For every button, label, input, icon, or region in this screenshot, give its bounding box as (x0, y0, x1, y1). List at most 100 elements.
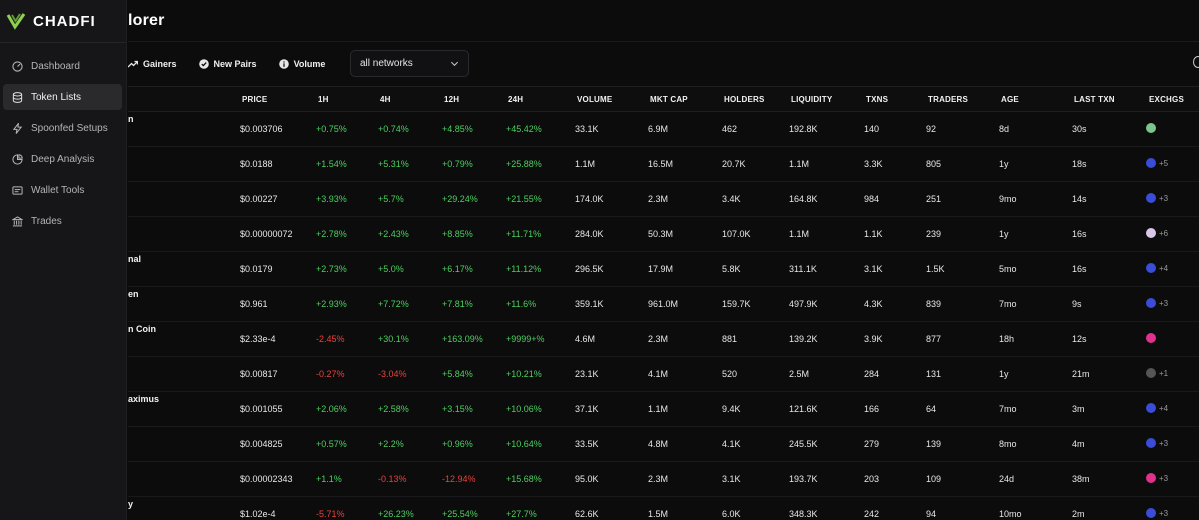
column-header-12h[interactable]: 12H (444, 95, 459, 104)
cell-volume: 174.0K (575, 194, 604, 204)
cell-age: 5mo (999, 264, 1017, 274)
column-header-last-txn[interactable]: LAST TXN (1074, 95, 1115, 104)
sidebar-item-label: Spoonfed Setups (31, 122, 108, 134)
table-row[interactable]: nal $0.0179 +2.73% +5.0% +6.17% +11.12% 296.5K… (128, 252, 1199, 287)
exchange-count: +3 (1159, 438, 1169, 448)
logo[interactable]: CHADFI (6, 11, 96, 31)
sidebar-item-label: Trades (31, 215, 62, 227)
column-header-exchgs[interactable]: EXCHGS (1149, 95, 1184, 104)
cell-holders: 5.8K (722, 264, 741, 274)
table-row[interactable]: en $0.961 +2.93% +7.72% +7.81% +11.6% 359.1K 96… (128, 287, 1199, 322)
sidebar-item-label: Deep Analysis (31, 153, 95, 165)
table-row[interactable]: $0.00817 -0.27% -3.04% +5.84% +10.21% 23.1K 4.… (128, 357, 1199, 392)
new-pairs-filter-button[interactable]: New Pairs (198, 59, 257, 69)
cell-liquidity: 2.5M (789, 369, 810, 379)
cell-holders: 3.4K (722, 194, 741, 204)
sidebar-item-token-lists[interactable]: Token Lists (3, 84, 122, 110)
cell-volume: 23.1K (575, 369, 599, 379)
exchange-count: +4 (1159, 403, 1169, 413)
column-header-24h[interactable]: 24H (508, 95, 523, 104)
cell-exchanges[interactable]: +3 (1146, 298, 1168, 308)
sidebar-divider (0, 42, 126, 43)
table-row[interactable]: $0.00002343 +1.1% -0.13% -12.94% +15.68% 95.0… (128, 462, 1199, 497)
table-row[interactable]: n $0.003706 +0.75% +0.74% +4.85% +45.42% 33.1K… (128, 112, 1199, 147)
cell-exchanges[interactable]: +6 (1146, 228, 1168, 238)
cell-h12: -12.94% (442, 474, 476, 484)
new-pairs-label: New Pairs (213, 59, 257, 69)
cell-liquidity: 245.5K (789, 439, 818, 449)
cell-h24: +10.21% (506, 369, 542, 379)
settings-icon[interactable] (1193, 56, 1199, 68)
column-header-volume[interactable]: VOLUME (577, 95, 612, 104)
sidebar-item-label: Wallet Tools (31, 184, 85, 196)
cell-exchanges[interactable]: +4 (1146, 403, 1168, 413)
sidebar-item-label: Dashboard (31, 60, 80, 72)
column-header-1h[interactable]: 1H (318, 95, 329, 104)
sidebar-item-trades[interactable]: Trades (3, 208, 122, 234)
sidebar-nav: Dashboard Token Lists Spoonfed Setups Deep … (3, 53, 122, 239)
cell-exchanges[interactable] (1146, 123, 1159, 133)
cell-txns: 984 (864, 194, 880, 204)
cell-h4: +5.7% (378, 194, 404, 204)
volume-filter-button[interactable]: Volume (278, 59, 325, 69)
cell-exchanges[interactable]: +3 (1146, 193, 1168, 203)
cell-h1: +0.75% (316, 124, 347, 134)
table-row[interactable]: y $1.02e-4 -5.71% +26.23% +25.54% +27.7% 62.6K… (128, 497, 1199, 520)
cell-exchanges[interactable]: +3 (1146, 473, 1168, 483)
cell-h12: +5.84% (442, 369, 473, 379)
cell-traders: 109 (926, 474, 942, 484)
token-name[interactable]: y (128, 499, 133, 509)
table-row[interactable]: $0.004825 +0.57% +2.2% +0.96% +10.64% 33.5K 4.… (128, 427, 1199, 462)
cell-exchanges[interactable]: +1 (1146, 368, 1168, 378)
cell-h12: +8.85% (442, 229, 473, 239)
table-row[interactable]: $0.00000072 +2.78% +2.43% +8.85% +11.71% 284.… (128, 217, 1199, 252)
cell-exchanges[interactable] (1146, 333, 1159, 343)
column-header-traders[interactable]: TRADERS (928, 95, 968, 104)
cell-exchanges[interactable]: +5 (1146, 158, 1168, 168)
network-select[interactable]: all networks (350, 50, 469, 77)
token-name[interactable]: aximus (128, 394, 159, 404)
cell-exchanges[interactable]: +3 (1146, 438, 1168, 448)
cell-age: 8mo (999, 439, 1017, 449)
column-header-age[interactable]: AGE (1001, 95, 1019, 104)
token-name[interactable]: en (128, 289, 139, 299)
exchange-logo-icon (1146, 228, 1156, 238)
column-header-liquidity[interactable]: LIQUIDITY (791, 95, 832, 104)
table-row[interactable]: $0.00227 +3.93% +5.7% +29.24% +21.55% 174.0K 2… (128, 182, 1199, 217)
token-name[interactable]: n Coin (128, 324, 156, 334)
cell-volume: 62.6K (575, 509, 599, 519)
token-name[interactable]: nal (128, 254, 141, 264)
cell-age: 1y (999, 369, 1009, 379)
cell-h24: +15.68% (506, 474, 542, 484)
column-header-mkt-cap[interactable]: MKT CAP (650, 95, 688, 104)
column-header-4h[interactable]: 4H (380, 95, 391, 104)
table-row[interactable]: n Coin $2.33e-4 -2.45% +30.1% +163.09% +9999+… (128, 322, 1199, 357)
exchange-count: +1 (1159, 368, 1169, 378)
sidebar-item-spoonfed-setups[interactable]: Spoonfed Setups (3, 115, 122, 141)
cell-h12: +3.15% (442, 404, 473, 414)
cell-volume: 33.5K (575, 439, 599, 449)
cell-liquidity: 311.1K (789, 264, 817, 274)
sidebar-item-dashboard[interactable]: Dashboard (3, 53, 122, 79)
cell-holders: 20.7K (722, 159, 746, 169)
cell-age: 7mo (999, 299, 1017, 309)
sidebar-item-wallet-tools[interactable]: Wallet Tools (3, 177, 122, 203)
network-select-value: all networks (360, 58, 413, 69)
cell-exchanges[interactable]: +3 (1146, 508, 1168, 518)
exchange-logo-icon (1146, 193, 1156, 203)
cell-price: $0.00227 (240, 194, 278, 204)
table-row[interactable]: $0.0188 +1.54% +5.31% +0.79% +25.88% 1.1M 16.5… (128, 147, 1199, 182)
cell-h1: +2.73% (316, 264, 347, 274)
cell-txns: 140 (864, 124, 880, 134)
column-header-price[interactable]: PRICE (242, 95, 267, 104)
token-name[interactable]: n (128, 114, 134, 124)
gainers-filter-button[interactable]: Gainers (128, 59, 177, 69)
cell-age: 7mo (999, 404, 1017, 414)
cell-exchanges[interactable]: +4 (1146, 263, 1168, 273)
exchange-logo-icon (1146, 438, 1156, 448)
cell-h1: +1.54% (316, 159, 347, 169)
column-header-holders[interactable]: HOLDERS (724, 95, 765, 104)
table-row[interactable]: aximus $0.001055 +2.06% +2.58% +3.15% +10.06%… (128, 392, 1199, 427)
column-header-txns[interactable]: TXNS (866, 95, 888, 104)
sidebar-item-deep-analysis[interactable]: Deep Analysis (3, 146, 122, 172)
